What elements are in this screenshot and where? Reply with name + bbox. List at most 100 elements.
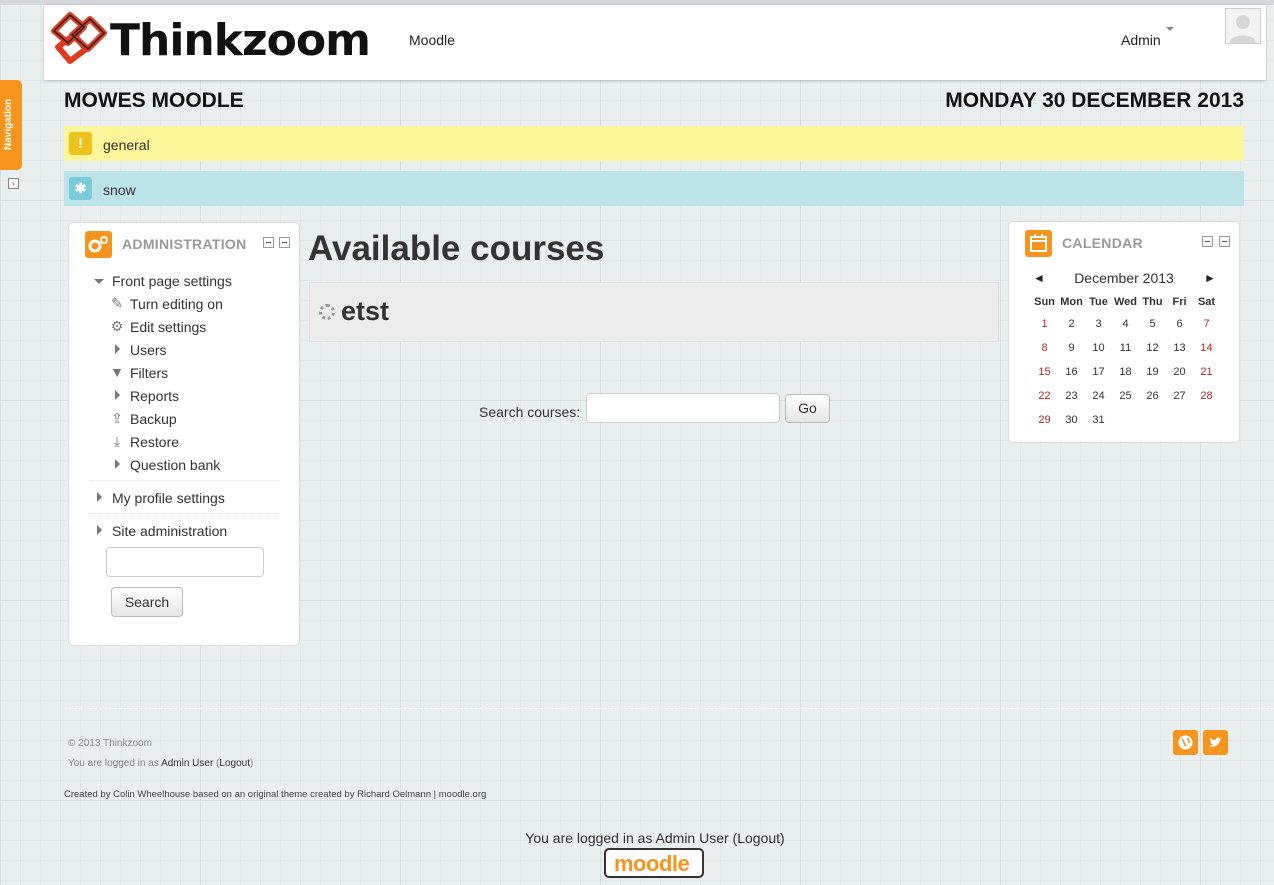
calendar-day[interactable]: 26 [1139, 384, 1166, 408]
avatar[interactable] [1225, 8, 1261, 44]
calendar-day[interactable]: 22 [1031, 384, 1058, 408]
calendar-day[interactable]: 1 [1031, 312, 1058, 336]
admin-search-button[interactable]: Search [111, 587, 183, 617]
administration-block: ADMINISTRATION Front page settings ✎ Tur… [68, 222, 300, 646]
calendar-day[interactable]: 6 [1166, 312, 1193, 336]
calendar-day[interactable]: 24 [1085, 384, 1112, 408]
page-header: Thinkzoom Moodle Admin [44, 5, 1266, 80]
calendar-day[interactable]: 15 [1031, 360, 1058, 384]
navigation-dock-tab[interactable]: Navigation [0, 80, 22, 170]
page-heading: Available courses [308, 229, 605, 268]
search-courses-input[interactable] [586, 393, 780, 423]
calendar-day[interactable]: 11 [1112, 336, 1139, 360]
restore-link[interactable]: Restore [130, 434, 179, 450]
twitter-icon[interactable] [1203, 730, 1228, 755]
expand-arrow-icon[interactable] [115, 344, 120, 354]
calendar-day[interactable]: 9 [1058, 336, 1085, 360]
expand-arrow-icon[interactable] [115, 390, 120, 400]
calendar-day[interactable]: 28 [1193, 384, 1220, 408]
weekday-label: Tue [1089, 296, 1108, 308]
calendar-day[interactable]: 19 [1139, 360, 1166, 384]
users-node[interactable]: Users [130, 342, 167, 358]
calendar-day [1166, 408, 1193, 432]
dock-icon[interactable] [1219, 236, 1230, 247]
expand-arrow-icon[interactable] [115, 459, 120, 469]
weekday-label: Thu [1142, 296, 1163, 308]
calendar-day[interactable]: 27 [1166, 384, 1193, 408]
thinkzoom-logo[interactable]: Thinkzoom [48, 9, 371, 66]
calendar-day[interactable]: 3 [1085, 312, 1112, 336]
calendar-day[interactable]: 13 [1166, 336, 1193, 360]
expanded-arrow-icon[interactable] [94, 279, 104, 284]
weekday-label: Mon [1060, 296, 1083, 308]
logout-link[interactable]: Logout [219, 758, 250, 769]
gear-icon: ⚙ [110, 318, 124, 334]
admin-search-input[interactable] [106, 547, 264, 577]
question-bank-node[interactable]: Question bank [130, 457, 220, 473]
dock-icon[interactable] [279, 237, 290, 248]
collapse-icon[interactable] [1202, 236, 1213, 247]
course-link[interactable]: etst [341, 296, 389, 327]
search-courses-label: Search courses: [479, 404, 581, 420]
pencil-icon: ✎ [111, 295, 123, 311]
admin-gears-icon [85, 231, 112, 258]
login-info: You are logged in as Admin User (Logout) [68, 758, 254, 769]
calendar-week: 1 2 3 4 5 6 7 [1031, 312, 1220, 336]
weekday-label: Sat [1197, 296, 1216, 308]
collapse-icon[interactable] [263, 237, 274, 248]
block-title: ADMINISTRATION [122, 236, 247, 252]
calendar-day[interactable]: 18 [1112, 360, 1139, 384]
calendar-day[interactable]: 2 [1058, 312, 1085, 336]
weekday-label: Wed [1113, 296, 1138, 308]
calendar-day[interactable]: 7 [1193, 312, 1220, 336]
course-listing: etst [309, 282, 999, 342]
moodle-logo-text: moodle [614, 851, 690, 876]
copyright: © 2013 Thinkzoom [68, 738, 152, 749]
calendar-day[interactable]: 30 [1058, 408, 1085, 432]
expand-arrow-icon[interactable] [97, 525, 102, 535]
moodle-logo[interactable]: moodle [604, 848, 704, 878]
site-administration-node[interactable]: Site administration [112, 523, 227, 539]
chevron-down-icon[interactable] [1166, 27, 1174, 31]
calendar-day[interactable]: 29 [1031, 408, 1058, 432]
next-month-icon[interactable]: ► [1204, 271, 1216, 285]
navigation-tab-label: Navigation [3, 98, 14, 150]
calendar-day[interactable]: 17 [1085, 360, 1112, 384]
calendar-day[interactable]: 10 [1085, 336, 1112, 360]
theme-credits: Created by Colin Wheelhouse based on an … [64, 789, 487, 800]
divider [89, 513, 279, 514]
backup-link[interactable]: Backup [130, 411, 177, 427]
nav-moodle-link[interactable]: Moodle [409, 32, 455, 48]
calendar-day[interactable]: 16 [1058, 360, 1085, 384]
calendar-week: 29 30 31 [1031, 408, 1220, 432]
calendar-day[interactable]: 21 [1193, 360, 1220, 384]
expand-arrow-icon[interactable] [97, 492, 102, 502]
alert-general: ! general [64, 126, 1244, 161]
footer-divider [64, 708, 1274, 709]
user-menu[interactable]: Admin [1121, 32, 1161, 48]
calendar-day[interactable]: 31 [1085, 408, 1112, 432]
front-page-settings[interactable]: Front page settings [112, 273, 232, 289]
calendar-day [1139, 408, 1166, 432]
edit-settings-link[interactable]: Edit settings [130, 319, 206, 335]
calendar-day[interactable]: 25 [1112, 384, 1139, 408]
calendar-day[interactable]: 23 [1058, 384, 1085, 408]
go-button[interactable]: Go [785, 394, 830, 423]
weekday-row: Sun Mon Tue Wed Thu Fri Sat [1031, 292, 1220, 312]
previous-month-icon[interactable]: ◄ [1033, 271, 1045, 285]
globe-icon[interactable] [1173, 730, 1198, 755]
calendar-day[interactable]: 14 [1193, 336, 1220, 360]
turn-editing-on-link[interactable]: Turn editing on [130, 296, 223, 312]
calendar-day[interactable]: 8 [1031, 336, 1058, 360]
calendar-day[interactable]: 4 [1112, 312, 1139, 336]
dock-toggle-icon[interactable]: › [8, 178, 19, 189]
logo-text: Thinkzoom [110, 15, 371, 66]
filters-link[interactable]: Filters [130, 365, 168, 381]
calendar-day[interactable]: 20 [1166, 360, 1193, 384]
reports-node[interactable]: Reports [130, 388, 179, 404]
user-profile-link[interactable]: Admin User [161, 758, 213, 769]
calendar-day[interactable]: 5 [1139, 312, 1166, 336]
my-profile-settings-node[interactable]: My profile settings [112, 490, 225, 506]
upload-icon: ⇪ [111, 410, 123, 426]
calendar-day[interactable]: 12 [1139, 336, 1166, 360]
